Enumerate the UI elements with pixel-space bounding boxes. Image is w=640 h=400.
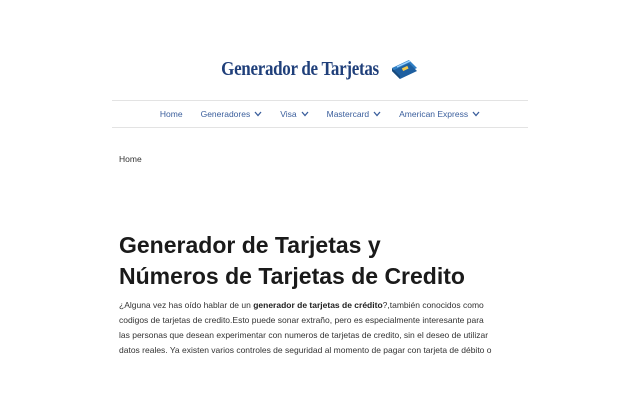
chevron-down-icon: [373, 111, 381, 117]
chevron-down-icon: [472, 111, 480, 117]
nav-item-label: Mastercard: [326, 109, 370, 119]
text-run: ¿Alguna vez has oído hablar de un: [119, 300, 254, 310]
nav-item-label: Visa: [280, 109, 297, 119]
chevron-down-icon: [301, 111, 309, 117]
nav-item-label: American Express: [399, 109, 469, 119]
paragraph-line: ¿Alguna vez has oído hablar de un genera…: [119, 298, 529, 313]
credit-card-stack-icon: [391, 60, 417, 79]
chevron-down-icon: [254, 111, 262, 117]
page-title: Generador de Tarjetas y Números de Tarje…: [119, 230, 549, 292]
breadcrumb-home[interactable]: Home: [119, 154, 142, 164]
page-title-line: Números de Tarjetas de Credito: [119, 263, 465, 289]
article-paragraph: ¿Alguna vez has oído hablar de un genera…: [119, 298, 529, 358]
nav-item-visa[interactable]: Visa: [280, 109, 309, 119]
breadcrumb: Home: [119, 154, 142, 164]
bold-keyword: generador de tarjetas de crédito: [253, 300, 383, 310]
nav-item-label: Home: [159, 109, 183, 119]
nav-item-generadores[interactable]: Generadores: [201, 109, 263, 119]
text-run: ?,también conocidos como: [382, 300, 484, 310]
nav-item-home[interactable]: Home: [160, 109, 183, 119]
paragraph-line: datos reales. Ya existen varios controle…: [119, 345, 492, 355]
page-title-line: Generador de Tarjetas y: [119, 232, 381, 258]
nav-item-mastercard[interactable]: Mastercard: [327, 109, 382, 119]
nav-item-label: Generadores: [200, 109, 251, 119]
main-navigation: Home Generadores Visa Mastercard America…: [112, 100, 528, 128]
paragraph-line: las personas que desean experimentar con…: [119, 330, 489, 340]
logo-text: Generador de Tarjetas: [221, 57, 379, 80]
nav-item-american-express[interactable]: American Express: [399, 109, 480, 119]
site-logo[interactable]: Generador de Tarjetas: [0, 56, 640, 82]
paragraph-line: codigos de tarjetas de credito.Esto pued…: [119, 315, 484, 325]
